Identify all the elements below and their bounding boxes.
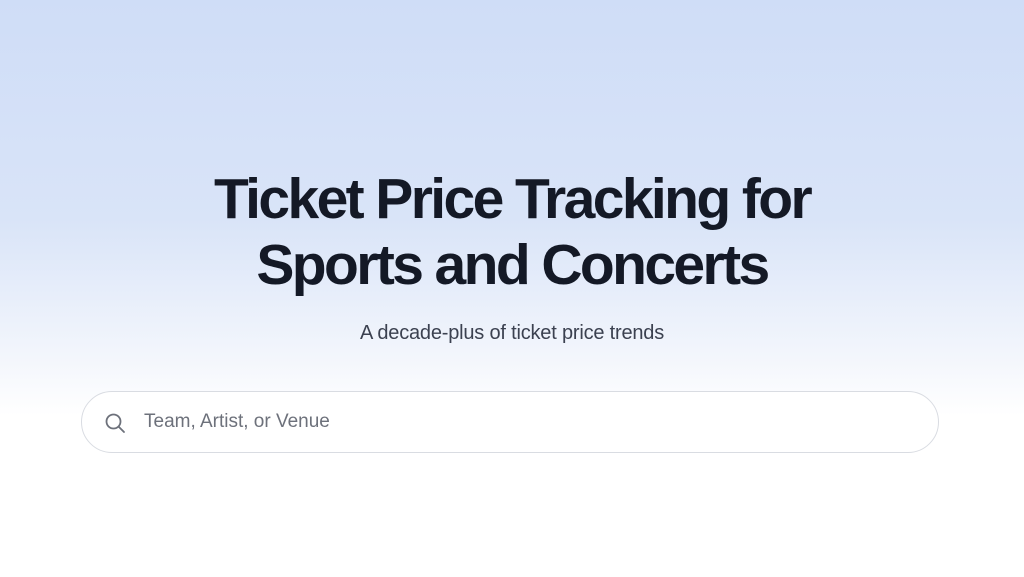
page-subtitle: A decade-plus of ticket price trends	[359, 322, 665, 344]
page-title: Ticket Price Tracking for Sports and Con…	[0, 166, 1024, 298]
hero-section: Ticket Price Tracking for Sports and Con…	[0, 0, 1024, 577]
page-title-line-1: Ticket Price Tracking for	[213, 167, 813, 231]
search-bar[interactable]	[81, 391, 939, 453]
page-title-line-2: Sports and Concerts	[256, 233, 770, 297]
search-input[interactable]	[144, 392, 914, 452]
search-icon	[104, 412, 126, 434]
